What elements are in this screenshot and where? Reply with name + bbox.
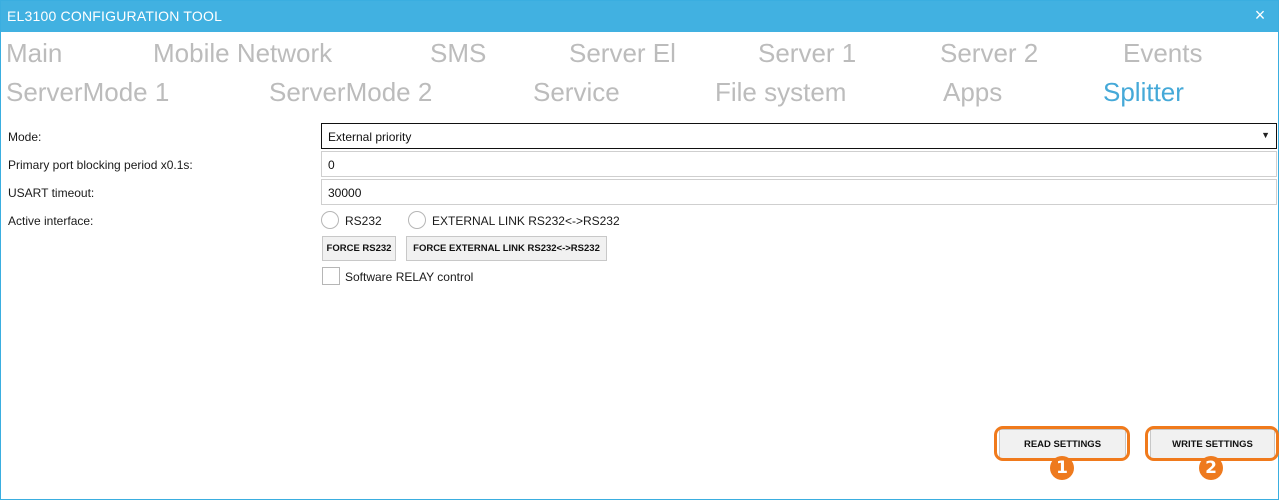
tab-main[interactable]: Main bbox=[6, 38, 62, 69]
software-relay-checkbox[interactable] bbox=[322, 267, 340, 285]
tab-server-2[interactable]: Server 2 bbox=[940, 38, 1038, 69]
tab-servermode-2[interactable]: ServerMode 2 bbox=[269, 77, 432, 108]
usart-timeout-label: USART timeout: bbox=[8, 186, 95, 200]
tab-apps[interactable]: Apps bbox=[943, 77, 1002, 108]
tab-sms[interactable]: SMS bbox=[430, 38, 486, 69]
chevron-down-icon: ▼ bbox=[1261, 130, 1270, 140]
mode-label: Mode: bbox=[8, 130, 42, 144]
close-icon[interactable]: × bbox=[1252, 5, 1268, 26]
step-1-badge: 1 bbox=[1050, 456, 1074, 480]
window-title: EL3100 CONFIGURATION TOOL bbox=[7, 8, 223, 24]
tab-servermode-1[interactable]: ServerMode 1 bbox=[6, 77, 169, 108]
force-external-link-button[interactable]: FORCE EXTERNAL LINK RS232<->RS232 bbox=[406, 236, 607, 261]
blocking-period-input[interactable]: 0 bbox=[321, 151, 1277, 177]
tab-splitter[interactable]: Splitter bbox=[1103, 77, 1184, 108]
active-interface-label: Active interface: bbox=[8, 214, 94, 228]
tab-server-el[interactable]: Server El bbox=[569, 38, 676, 69]
usart-timeout-input[interactable]: 30000 bbox=[321, 179, 1277, 205]
mode-select[interactable]: External priority ▼ bbox=[321, 123, 1277, 149]
rs232-radio[interactable] bbox=[321, 211, 339, 229]
step-2-badge: 2 bbox=[1199, 456, 1223, 480]
config-window: EL3100 CONFIGURATION TOOL × Main Mobile … bbox=[0, 0, 1279, 500]
external-link-radio-label: EXTERNAL LINK RS232<->RS232 bbox=[432, 214, 620, 228]
blocking-period-label: Primary port blocking period x0.1s: bbox=[8, 158, 193, 172]
title-bar: EL3100 CONFIGURATION TOOL × bbox=[1, 1, 1278, 32]
tab-server-1[interactable]: Server 1 bbox=[758, 38, 856, 69]
tab-service[interactable]: Service bbox=[533, 77, 620, 108]
rs232-radio-label: RS232 bbox=[345, 214, 382, 228]
tab-events[interactable]: Events bbox=[1123, 38, 1203, 69]
tab-mobile-network[interactable]: Mobile Network bbox=[153, 38, 332, 69]
force-rs232-button[interactable]: FORCE RS232 bbox=[322, 236, 396, 261]
software-relay-label: Software RELAY control bbox=[345, 270, 474, 284]
external-link-radio[interactable] bbox=[408, 211, 426, 229]
tab-file-system[interactable]: File system bbox=[715, 77, 846, 108]
mode-value: External priority bbox=[328, 130, 412, 144]
